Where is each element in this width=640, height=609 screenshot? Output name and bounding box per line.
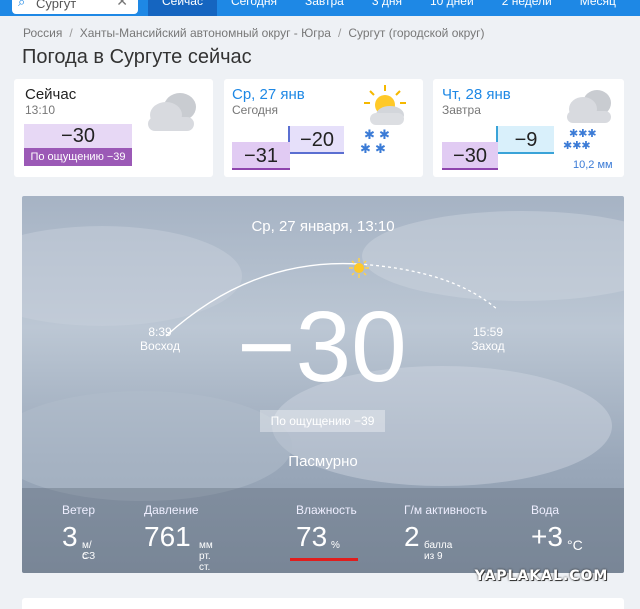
today-max-temp: −20 xyxy=(290,126,344,154)
tomorrow-card[interactable]: Чт, 28 янв Завтра ✱✱✱ ✱✱✱ −9 −30 10,2 мм xyxy=(433,79,624,177)
watermark: YAPLAKAL.COM xyxy=(474,568,609,584)
sunset-label: Заход xyxy=(471,339,505,353)
tab-now[interactable]: Сейчас xyxy=(148,0,217,16)
top-nav: ⌕ Сургут ✕ Сейчас Сегодня Завтра 3 дня 1… xyxy=(0,0,640,16)
wind-label: Ветер xyxy=(62,503,95,517)
water-unit: °C xyxy=(567,537,583,553)
breadcrumb: Россия / Ханты-Мансийский автономный окр… xyxy=(23,26,485,40)
pressure-label: Давление xyxy=(144,503,199,517)
tomorrow-temp-connector xyxy=(496,126,498,142)
stat-pressure: Давление 761 мм рт. ст. xyxy=(144,503,213,573)
tab-month[interactable]: Месяц xyxy=(566,0,630,16)
current-feels-like: По ощущению −39 xyxy=(260,410,385,432)
today-label: Сегодня xyxy=(232,103,278,117)
today-temp-connector xyxy=(288,126,290,142)
stat-water: Вода +3 °C xyxy=(531,503,583,553)
breadcrumb-region[interactable]: Ханты-Мансийский автономный округ - Югра xyxy=(80,26,331,40)
now-temp: −30 xyxy=(24,124,132,148)
tomorrow-max-temp: −9 xyxy=(498,126,554,154)
svg-text:✱ ✱: ✱ ✱ xyxy=(360,142,386,157)
breadcrumb-district[interactable]: Сургут (городской округ) xyxy=(348,26,484,40)
geomagnetic-unit-2: из 9 xyxy=(424,551,443,562)
sunrise: 8:39 Восход xyxy=(130,325,190,353)
next-section-card xyxy=(22,598,624,609)
geomagnetic-unit: балла xyxy=(424,540,453,551)
sunset: 15:59 Заход xyxy=(458,325,518,353)
current-datetime: Ср, 27 января, 13:10 xyxy=(251,218,395,235)
now-feels-like: По ощущению −39 xyxy=(24,148,132,166)
today-date: Ср, 27 янв xyxy=(232,86,305,103)
partly-cloudy-snow-icon: ✱ ✱ ✱ ✱ xyxy=(360,85,406,157)
tab-10-days[interactable]: 10 дней xyxy=(416,0,488,16)
tomorrow-precipitation: 10,2 мм xyxy=(573,159,613,171)
tab-3-days[interactable]: 3 дня xyxy=(358,0,416,16)
current-condition: Пасмурно xyxy=(288,453,358,470)
sunset-time: 15:59 xyxy=(472,325,504,339)
breadcrumb-separator: / xyxy=(69,26,73,40)
tab-2-weeks[interactable]: 2 недели xyxy=(488,0,566,16)
humidity-value: 73 xyxy=(296,521,328,552)
sun-icon xyxy=(349,258,369,278)
today-card[interactable]: Ср, 27 янв Сегодня ✱ ✱ ✱ ✱ −20 −31 xyxy=(224,79,423,177)
stat-geomagnetic: Г/м активность 2 балла из 9 xyxy=(404,503,488,562)
tab-bar: Сейчас Сегодня Завтра 3 дня 10 дней 2 не… xyxy=(148,0,630,16)
cloudy-snow-icon: ✱✱✱ ✱✱✱ xyxy=(563,90,611,151)
clear-icon[interactable]: ✕ xyxy=(116,0,128,10)
svg-text:✱✱✱: ✱✱✱ xyxy=(563,139,591,151)
cloud-icon xyxy=(148,93,196,131)
svg-text:✱ ✱: ✱ ✱ xyxy=(364,128,390,143)
pressure-value: 761 xyxy=(144,521,191,552)
water-label: Вода xyxy=(531,503,560,517)
wind-direction: СЗ xyxy=(82,551,96,562)
page-title: Погода в Сургуте сейчас xyxy=(22,46,252,68)
humidity-highlight xyxy=(290,558,358,561)
pressure-unit: мм xyxy=(199,540,213,551)
now-card[interactable]: Сейчас 13:10 −30 По ощущению −39 xyxy=(14,79,213,177)
now-time: 13:10 xyxy=(25,103,56,117)
stat-wind: Ветер 3 м/с СЗ xyxy=(62,503,95,562)
now-label: Сейчас xyxy=(25,86,77,103)
breadcrumb-separator: / xyxy=(337,26,342,40)
stat-humidity: Влажность 73 % xyxy=(296,503,357,553)
water-value: +3 xyxy=(531,521,563,552)
tomorrow-label: Завтра xyxy=(442,103,481,117)
search-icon: ⌕ xyxy=(18,0,26,9)
tab-today[interactable]: Сегодня xyxy=(217,0,291,16)
breadcrumb-country[interactable]: Россия xyxy=(23,26,62,40)
today-min-temp: −31 xyxy=(232,142,290,170)
tab-tomorrow[interactable]: Завтра xyxy=(291,0,358,16)
tomorrow-date: Чт, 28 янв xyxy=(442,86,511,103)
tomorrow-min-temp: −30 xyxy=(442,142,498,170)
stats-bar: Ветер 3 м/с СЗ Давление 761 мм рт. ст. В… xyxy=(22,488,624,573)
current-temperature: −30 xyxy=(237,291,407,403)
pressure-unit-2: рт. ст. xyxy=(199,551,211,573)
search-value: Сургут xyxy=(36,0,77,11)
humidity-label: Влажность xyxy=(296,503,357,517)
geomagnetic-label: Г/м активность xyxy=(404,503,488,517)
sunrise-label: Восход xyxy=(140,339,180,353)
sunrise-time: 8:39 xyxy=(148,325,172,339)
humidity-unit: % xyxy=(331,540,340,551)
search-input[interactable]: ⌕ Сургут ✕ xyxy=(12,0,138,14)
current-weather-panel: Ср, 27 января, 13:10 8:39 Восход 15:59 З… xyxy=(22,196,624,573)
